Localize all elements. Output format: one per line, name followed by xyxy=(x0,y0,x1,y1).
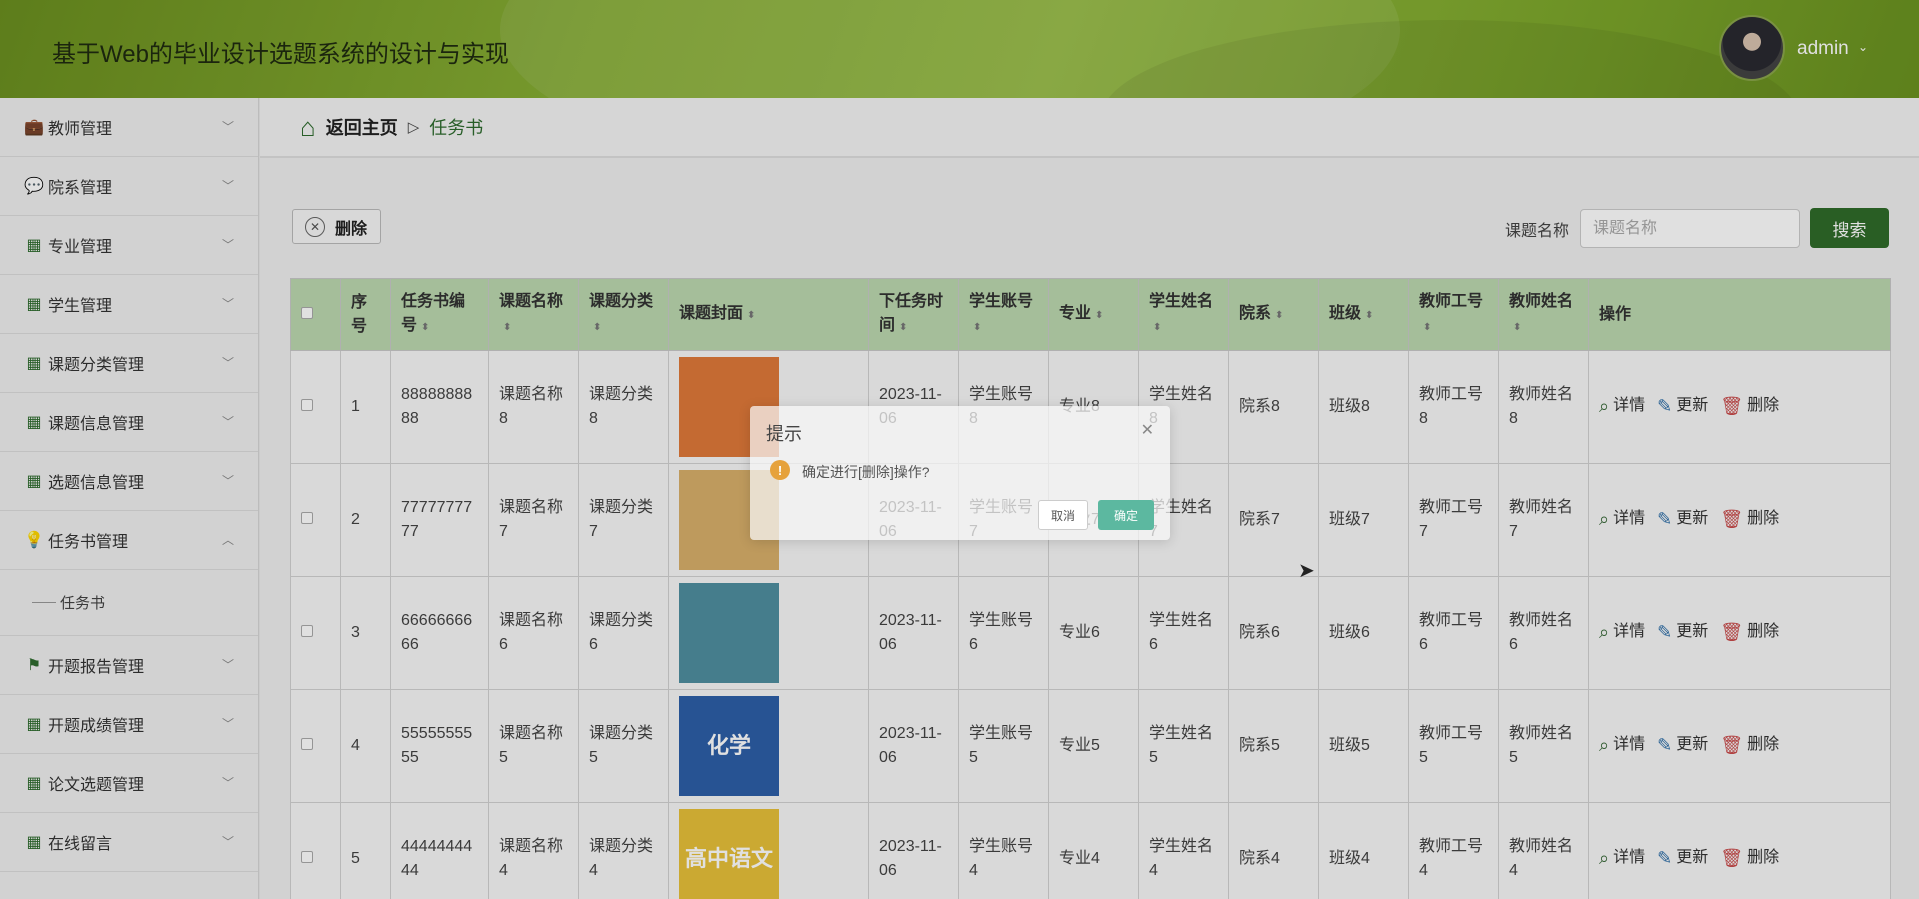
warning-icon: ! xyxy=(770,460,790,480)
mouse-cursor-icon: ➤ xyxy=(1298,560,1315,582)
close-icon[interactable]: ✕ xyxy=(1141,420,1154,440)
dialog-title: 提示 xyxy=(766,424,802,444)
dialog-cancel-button[interactable]: 取消 xyxy=(1038,500,1088,530)
confirm-dialog: 提示 ✕ ! 确定进行[删除]操作? 取消 确定 xyxy=(750,406,1170,540)
dialog-confirm-button[interactable]: 确定 xyxy=(1098,500,1154,530)
dialog-message: 确定进行[删除]操作? xyxy=(802,464,930,480)
